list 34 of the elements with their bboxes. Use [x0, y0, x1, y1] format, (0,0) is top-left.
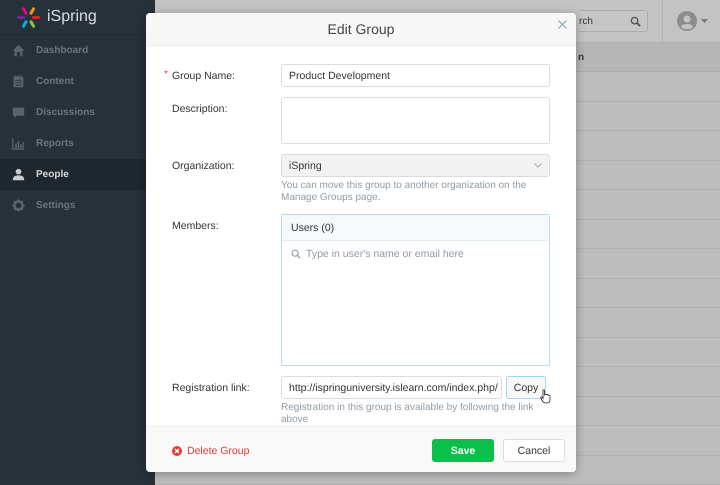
logo-text: iSpring	[47, 8, 97, 26]
field-label: Organization:	[172, 160, 234, 172]
hand-cursor-icon	[540, 389, 551, 404]
bar-chart-icon	[12, 137, 25, 150]
close-icon[interactable]	[558, 20, 567, 29]
avatar-icon[interactable]	[677, 11, 697, 31]
users-tab[interactable]: Users (0)	[291, 222, 334, 234]
caret-icon[interactable]	[701, 19, 708, 23]
delete-group-button[interactable]: Delete Group	[172, 444, 250, 456]
field-label: Registration link:	[172, 382, 250, 394]
cancel-button[interactable]: Cancel	[503, 439, 565, 462]
gear-icon	[12, 199, 25, 212]
input-field[interactable]: Product Development	[281, 64, 550, 87]
dialog-title: Edit Group	[328, 21, 394, 37]
search-field[interactable]: rch	[579, 10, 648, 32]
hint-text: You can move this group to another organization on the Manage Groups page.	[281, 180, 528, 204]
input-field[interactable]: http://ispringuniversity.islearn.com/index.php/	[281, 376, 502, 399]
home-icon	[12, 44, 25, 57]
field-label: Group Name:	[172, 70, 236, 82]
notepad-icon	[12, 75, 25, 88]
person-icon	[12, 168, 25, 181]
chat-icon	[12, 106, 25, 119]
search-icon	[291, 249, 301, 259]
required-mark: *	[164, 70, 169, 80]
chevron-icon	[534, 163, 542, 168]
field-label: Description:	[172, 103, 228, 115]
column-header: n	[578, 52, 584, 63]
search-icon	[630, 16, 641, 26]
input-field[interactable]	[281, 97, 550, 144]
field-label: Members:	[172, 220, 219, 232]
hint-text: Registration in this group is available by following the link above	[281, 402, 534, 426]
dropdown[interactable]: iSpring	[281, 154, 550, 177]
delete-icon	[172, 446, 182, 456]
logo-icon	[16, 4, 41, 30]
